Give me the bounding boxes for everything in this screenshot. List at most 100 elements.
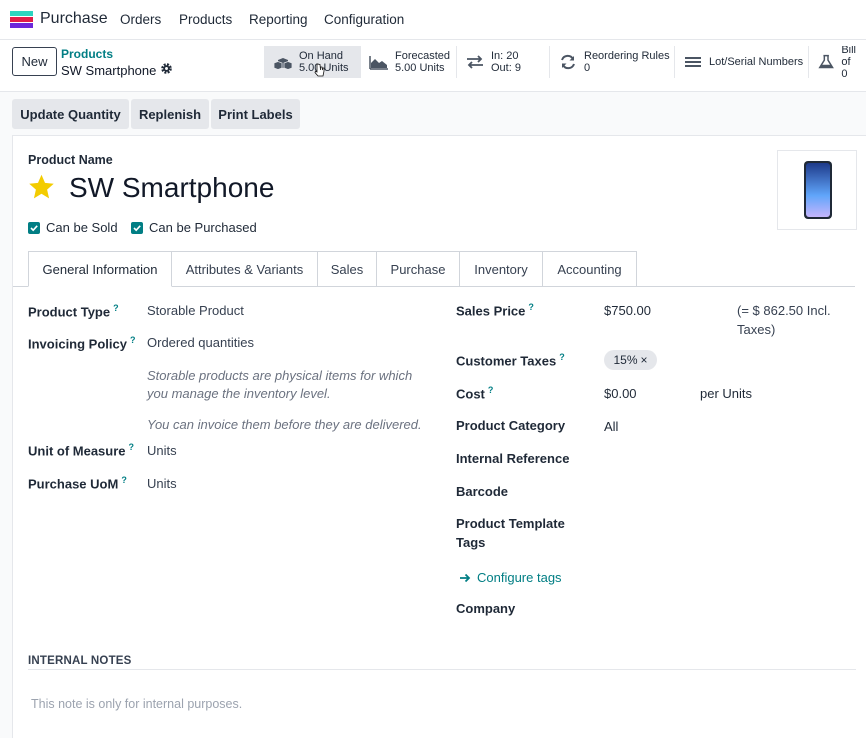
smart-button-lot-serial[interactable]: Lot/Serial Numbers <box>674 46 808 78</box>
out-count: Out: 9 <box>491 62 521 74</box>
area-chart-icon <box>369 56 388 70</box>
internal-reference-input[interactable] <box>604 448 854 468</box>
company-input[interactable] <box>604 598 854 618</box>
cost-value[interactable]: $0.00 <box>604 386 637 401</box>
storable-note-line-1: Storable products are physical items for… <box>147 368 413 383</box>
customer-taxes-label-text: Customer Taxes <box>456 353 557 369</box>
template-tags-input[interactable] <box>604 514 854 534</box>
invoicing-policy-value[interactable]: Ordered quantities <box>147 335 254 350</box>
tab-sales[interactable]: Sales <box>318 251 377 287</box>
lot-serial-label: Lot/Serial Numbers <box>709 56 804 68</box>
breadcrumb-products[interactable]: Products <box>61 47 113 61</box>
help-tooltip-icon[interactable]: ? <box>488 385 494 395</box>
purchase-uom-value[interactable]: Units <box>147 476 177 491</box>
product-type-label-text: Product Type <box>28 304 111 320</box>
product-type-label: Product Type? <box>28 303 119 319</box>
cost-label: Cost? <box>456 385 493 401</box>
purchase-app-icon[interactable] <box>10 11 33 28</box>
storable-note-line-2: you manage the inventory level. <box>147 386 331 401</box>
purchase-uom-label-text: Purchase UoM <box>28 476 119 492</box>
remove-tag-icon[interactable]: × <box>641 353 648 367</box>
top-navbar: Purchase Orders Products Reporting Confi… <box>0 0 866 40</box>
smart-button-reordering-rules[interactable]: Reordering Rules 0 <box>549 46 674 78</box>
control-panel: New Products SW Smartphone On Hand 5.00 … <box>0 40 866 92</box>
tab-general-information[interactable]: General Information <box>28 251 172 287</box>
smartphone-image <box>804 161 832 219</box>
bom-label: Bill of <box>841 46 856 68</box>
cost-label-text: Cost <box>456 386 485 402</box>
invoicing-policy-label-text: Invoicing Policy <box>28 336 127 352</box>
refresh-icon <box>561 54 575 70</box>
can-be-sold-label[interactable]: Can be Sold <box>46 220 118 235</box>
can-be-purchased-label[interactable]: Can be Purchased <box>149 220 257 235</box>
on-hand-label: On Hand <box>299 50 344 62</box>
menu-products[interactable]: Products <box>179 12 232 27</box>
flask-icon <box>818 54 834 69</box>
reordering-rules-label: Reordering Rules <box>584 50 670 62</box>
print-labels-button[interactable]: Print Labels <box>211 99 300 129</box>
cost-unit: per Units <box>700 386 753 401</box>
internal-reference-label: Internal Reference <box>456 451 570 466</box>
tax-tag-label: 15% <box>613 353 638 367</box>
barcode-input[interactable] <box>604 481 854 501</box>
sales-price-label-text: Sales Price <box>456 303 526 319</box>
sales-price-value[interactable]: $750.00 <box>604 303 651 318</box>
invoicing-policy-label: Invoicing Policy? <box>28 335 135 351</box>
arrow-right-icon <box>460 573 471 582</box>
forecasted-label: Forecasted <box>395 50 451 62</box>
smart-button-in-out[interactable]: In: 20 Out: 9 <box>456 46 549 78</box>
smart-button-bill-of-materials[interactable]: Bill of 0 <box>808 46 866 78</box>
product-category-value[interactable]: All <box>604 419 618 434</box>
help-tooltip-icon[interactable]: ? <box>130 335 136 345</box>
configure-tags-link[interactable]: Configure tags <box>459 570 562 585</box>
app-name[interactable]: Purchase <box>40 10 108 28</box>
internal-notes-title: INTERNAL NOTES <box>28 655 132 667</box>
internal-notes-input[interactable]: This note is only for internal purposes. <box>31 697 242 711</box>
internal-notes-divider <box>28 669 856 670</box>
tab-purchase[interactable]: Purchase <box>377 251 460 287</box>
unit-of-measure-label: Unit of Measure? <box>28 442 134 458</box>
help-tooltip-icon[interactable]: ? <box>113 303 119 313</box>
menu-reporting[interactable]: Reporting <box>249 12 308 27</box>
product-category-label: Product Category <box>456 418 566 433</box>
template-tags-label-line-1: Product Template <box>456 516 565 531</box>
replenish-button[interactable]: Replenish <box>131 99 209 129</box>
exchange-icon <box>467 55 483 69</box>
help-tooltip-icon[interactable]: ? <box>121 475 127 485</box>
product-type-value[interactable]: Storable Product <box>147 303 244 318</box>
configure-tags-text: Configure tags <box>477 570 562 585</box>
tab-attributes-variants[interactable]: Attributes & Variants <box>172 251 318 287</box>
gear-icon[interactable] <box>160 62 173 75</box>
help-tooltip-icon[interactable]: ? <box>129 442 135 452</box>
mouse-cursor-icon <box>314 63 325 77</box>
incl-taxes-line-2: Taxes) <box>737 322 776 337</box>
customer-tax-tag[interactable]: 15% × <box>604 350 657 370</box>
can-be-purchased-checkbox[interactable] <box>131 222 143 234</box>
product-name[interactable]: SW Smartphone <box>69 172 274 204</box>
form-sheet: Product Name SW Smartphone Can be Sold C… <box>12 135 866 738</box>
tab-inventory[interactable]: Inventory <box>460 251 543 287</box>
reordering-rules-value: 0 <box>584 62 591 74</box>
tab-accounting[interactable]: Accounting <box>543 251 637 287</box>
menu-configuration[interactable]: Configuration <box>324 12 404 27</box>
cubes-icon <box>273 58 293 70</box>
uom-label-text: Unit of Measure <box>28 443 126 459</box>
update-quantity-button[interactable]: Update Quantity <box>12 99 129 129</box>
help-tooltip-icon[interactable]: ? <box>528 302 534 312</box>
sales-price-label: Sales Price? <box>456 302 534 318</box>
smart-button-on-hand[interactable]: On Hand 5.00 Units <box>264 46 360 78</box>
forecasted-value: 5.00 Units <box>395 62 445 74</box>
invoice-note: You can invoice them before they are del… <box>147 417 422 432</box>
star-icon[interactable] <box>27 173 56 201</box>
in-count: In: 20 <box>491 50 519 62</box>
new-button[interactable]: New <box>12 47 57 76</box>
bars-icon <box>685 57 701 67</box>
purchase-uom-label: Purchase UoM? <box>28 475 127 491</box>
product-image[interactable] <box>777 150 857 230</box>
help-tooltip-icon[interactable]: ? <box>559 352 565 362</box>
menu-orders[interactable]: Orders <box>120 12 161 27</box>
can-be-sold-checkbox[interactable] <box>28 222 40 234</box>
template-tags-label-line-2: Tags <box>456 535 486 550</box>
smart-button-forecasted[interactable]: Forecasted 5.00 Units <box>360 46 456 78</box>
unit-of-measure-value[interactable]: Units <box>147 443 177 458</box>
